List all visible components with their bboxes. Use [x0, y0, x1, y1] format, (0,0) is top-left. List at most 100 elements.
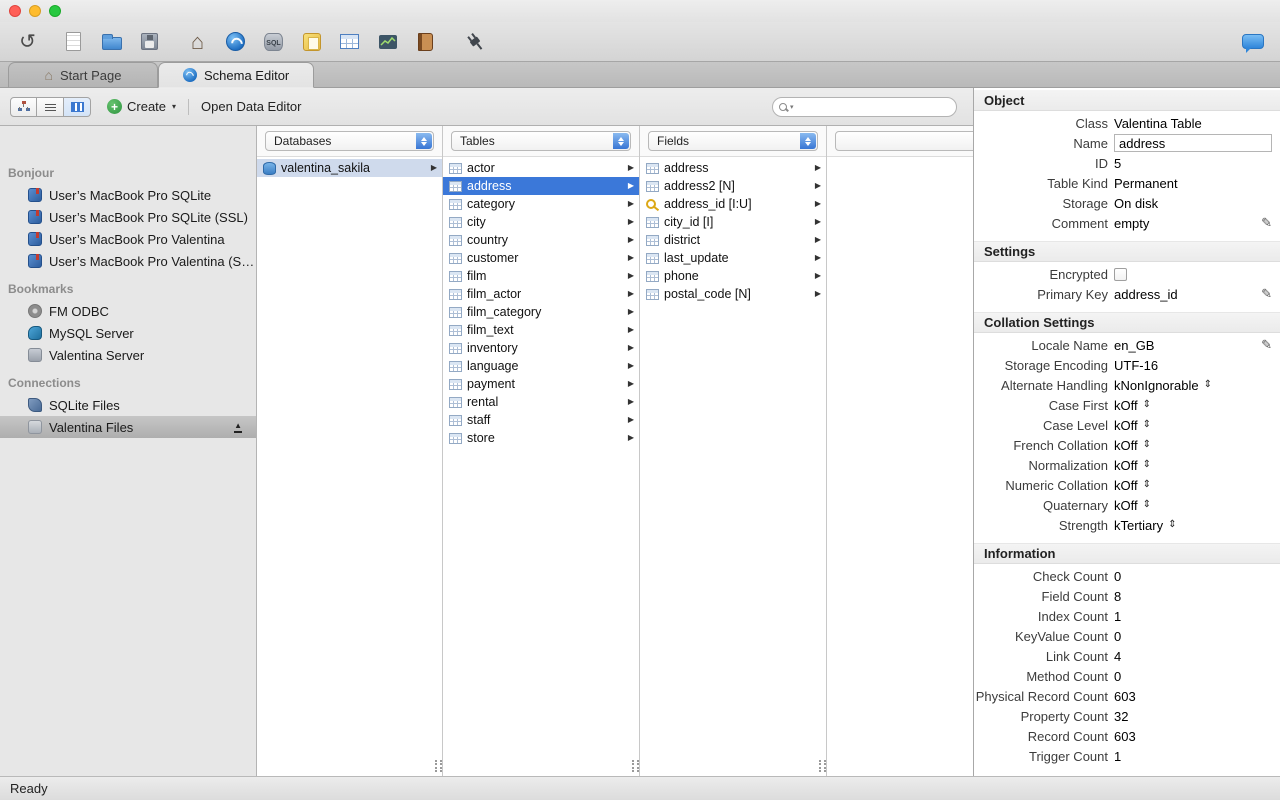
disclosure-arrow-icon: ▶ — [814, 253, 821, 262]
property-row: Property Count 32 — [974, 706, 1280, 726]
table-row[interactable]: film_actor ▶ — [443, 285, 639, 303]
sidebar-item[interactable]: Valentina Files ▲ — [0, 416, 256, 438]
save-button[interactable] — [136, 28, 163, 55]
table-row[interactable]: country ▶ — [443, 231, 639, 249]
search-box: ▾ — [772, 96, 957, 117]
updown-arrows-icon[interactable]: ⇕ — [1143, 400, 1151, 410]
table-row[interactable]: rental ▶ — [443, 393, 639, 411]
tree-view-button[interactable] — [10, 96, 37, 117]
updown-arrows-icon[interactable]: ⇕ — [1143, 480, 1151, 490]
table-row[interactable]: category ▶ — [443, 195, 639, 213]
table-row[interactable]: store ▶ — [443, 429, 639, 447]
chart-button[interactable] — [374, 28, 401, 55]
valentina-button[interactable] — [222, 28, 249, 55]
table-editor-button[interactable] — [336, 28, 363, 55]
table-icon — [646, 234, 659, 246]
field-row[interactable]: last_update ▶ — [640, 249, 826, 267]
edit-pencil-icon[interactable]: ✎ — [1261, 337, 1272, 353]
column-resize-handle[interactable] — [819, 760, 826, 772]
open-button[interactable] — [98, 28, 125, 55]
table-icon — [449, 306, 462, 318]
columns-view-button[interactable] — [64, 96, 91, 117]
table-row[interactable]: payment ▶ — [443, 375, 639, 393]
fields-scope-select[interactable]: Fields — [648, 131, 818, 151]
databases-scope-select[interactable]: Databases — [265, 131, 434, 151]
new-document-button[interactable] — [60, 28, 87, 55]
property-label: Field Count — [1041, 588, 1108, 604]
sidebar-item[interactable]: Valentina Server — [0, 344, 256, 366]
open-folder-icon — [101, 34, 122, 50]
updown-arrows-icon[interactable]: ⇕ — [1143, 440, 1151, 450]
schema-diagram-button[interactable] — [298, 28, 325, 55]
name-input[interactable] — [1114, 134, 1272, 152]
report-button[interactable] — [412, 28, 439, 55]
sidebar-item[interactable]: MySQL Server — [0, 322, 256, 344]
search-scope-caret-icon[interactable]: ▾ — [790, 103, 794, 111]
sidebar-item[interactable]: User’s MacBook Pro Valentina — [0, 228, 256, 250]
sidebar-item[interactable]: SQLite Files — [0, 394, 256, 416]
field-row[interactable]: address ▶ — [640, 159, 826, 177]
edit-pencil-icon[interactable]: ✎ — [1261, 286, 1272, 302]
tab-schema-editor[interactable]: Schema Editor — [158, 62, 315, 88]
feedback-chat-button[interactable] — [1239, 28, 1266, 55]
field-row[interactable]: district ▶ — [640, 231, 826, 249]
property-row: Comment empty ✎ — [974, 213, 1280, 233]
sql-editor-button[interactable]: SQL — [260, 28, 287, 55]
disclosure-arrow-icon: ▶ — [627, 289, 634, 298]
updown-arrows-icon[interactable]: ⇕ — [1143, 460, 1151, 470]
table-row[interactable]: city ▶ — [443, 213, 639, 231]
table-row[interactable]: language ▶ — [443, 357, 639, 375]
field-row[interactable]: address2 [N] ▶ — [640, 177, 826, 195]
disclosure-arrow-icon: ▶ — [814, 217, 821, 226]
table-row[interactable]: customer ▶ — [443, 249, 639, 267]
eject-icon[interactable]: ▲ — [234, 421, 242, 433]
table-row[interactable]: inventory ▶ — [443, 339, 639, 357]
open-data-editor-button[interactable]: Open Data Editor — [201, 99, 301, 114]
table-row[interactable]: staff ▶ — [443, 411, 639, 429]
undo-button[interactable]: ↺ — [14, 28, 41, 55]
zoom-button[interactable] — [49, 5, 61, 17]
property-value: 0 — [1114, 568, 1122, 584]
diagnose-button[interactable] — [462, 28, 489, 55]
list-view-button[interactable] — [37, 96, 64, 117]
sidebar-item[interactable]: User’s MacBook Pro SQLite (SSL) — [0, 206, 256, 228]
close-button[interactable] — [9, 5, 21, 17]
updown-arrows-icon[interactable]: ⇕ — [1143, 420, 1151, 430]
field-row[interactable]: phone ▶ — [640, 267, 826, 285]
property-row: Table Kind Permanent — [974, 173, 1280, 193]
column-resize-handle[interactable] — [632, 760, 639, 772]
column-resize-handle[interactable] — [435, 760, 442, 772]
table-icon — [449, 432, 462, 444]
updown-arrows-icon[interactable]: ⇕ — [1143, 500, 1151, 510]
sidebar-item[interactable]: User’s MacBook Pro Valentina (S… — [0, 250, 256, 272]
database-row[interactable]: valentina_sakila ▶ — [257, 159, 442, 177]
table-row[interactable]: film_category ▶ — [443, 303, 639, 321]
create-dropdown-caret-icon[interactable]: ▾ — [172, 102, 176, 111]
document-tab-bar: ⌂ Start Page Schema Editor — [0, 62, 1280, 88]
field-row[interactable]: city_id [I] ▶ — [640, 213, 826, 231]
field-row[interactable]: address_id [I:U] ▶ — [640, 195, 826, 213]
property-label: Table Kind — [1047, 175, 1108, 191]
property-row: Primary Key address_id ✎ — [974, 284, 1280, 304]
sidebar-item[interactable]: User’s MacBook Pro SQLite — [0, 184, 256, 206]
updown-arrows-icon[interactable]: ⇕ — [1168, 520, 1176, 530]
edit-pencil-icon[interactable]: ✎ — [1261, 215, 1272, 231]
table-row[interactable]: film ▶ — [443, 267, 639, 285]
create-button[interactable]: + Create ▾ — [107, 99, 176, 114]
property-label: Trigger Count — [1029, 748, 1108, 764]
tab-start-page[interactable]: ⌂ Start Page — [8, 62, 158, 88]
tables-scope-select[interactable]: Tables — [451, 131, 631, 151]
encrypted-checkbox[interactable] — [1114, 267, 1127, 281]
property-row: Normalization kOff ⇕ — [974, 455, 1280, 475]
table-row[interactable]: actor ▶ — [443, 159, 639, 177]
next-scope-select[interactable] — [835, 131, 973, 151]
search-input[interactable] — [796, 99, 950, 114]
sidebar-item[interactable]: FM ODBC — [0, 300, 256, 322]
start-page-button[interactable]: ⌂ — [184, 28, 211, 55]
minimize-button[interactable] — [29, 5, 41, 17]
field-row[interactable]: postal_code [N] ▶ — [640, 285, 826, 303]
table-row[interactable]: address ▶ — [443, 177, 639, 195]
updown-arrows-icon[interactable]: ⇕ — [1204, 380, 1212, 390]
table-row[interactable]: film_text ▶ — [443, 321, 639, 339]
table-icon — [646, 162, 659, 174]
